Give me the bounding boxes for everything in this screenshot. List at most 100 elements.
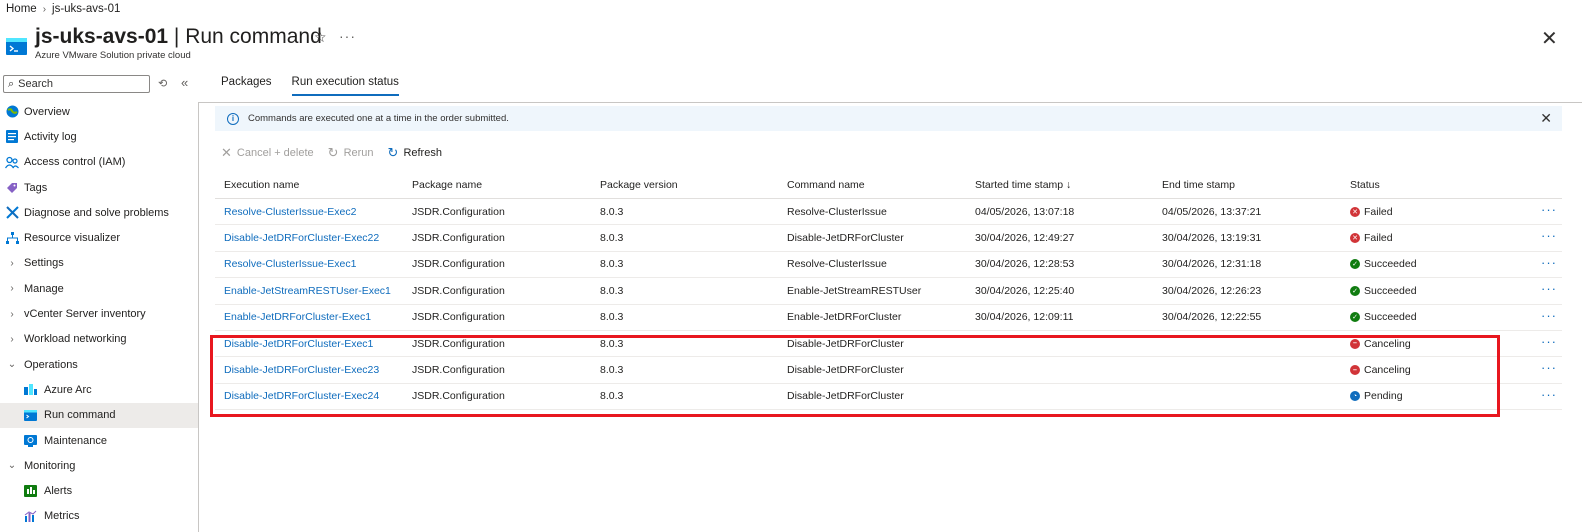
alerts-icon <box>23 484 37 498</box>
succeeded-icon: ✓ <box>1350 259 1360 270</box>
sidebar-group-monitoring[interactable]: ⌄ Monitoring <box>0 453 198 478</box>
status-text: Succeeded <box>1364 284 1417 297</box>
search-input[interactable]: ⌕ Search <box>3 75 150 93</box>
sidebar-item-overview[interactable]: Overview <box>0 99 198 124</box>
run-command-resource-icon <box>6 38 27 55</box>
sidebar-group-manage[interactable]: › Manage <box>0 276 198 301</box>
sidebar-item-activity-log[interactable]: Activity log <box>0 124 198 149</box>
sidebar-item-label: Tags <box>24 181 48 194</box>
table-row: Enable-JetDRForCluster-Exec1 JSDR.Config… <box>215 305 1562 331</box>
row-more-options-icon[interactable]: ··· <box>1541 360 1557 375</box>
table-row: Resolve-ClusterIssue-Exec1 JSDR.Configur… <box>215 252 1562 279</box>
execution-name-link[interactable]: Disable-JetDRForCluster-Exec22 <box>224 232 379 244</box>
sidebar-item-label: Diagnose and solve problems <box>24 206 169 219</box>
command-name-cell: Disable-JetDRForCluster <box>787 232 904 245</box>
execution-name-link[interactable]: Resolve-ClusterIssue-Exec2 <box>224 206 356 218</box>
rerun-button[interactable]: ↻ Rerun <box>328 145 374 161</box>
chevron-right-icon: › <box>42 3 47 15</box>
people-icon <box>5 155 19 169</box>
tab-packages[interactable]: Packages <box>221 76 272 96</box>
sidebar-item-tags[interactable]: Tags <box>0 175 198 200</box>
row-more-options-icon[interactable]: ··· <box>1541 228 1557 243</box>
column-header-execution-name[interactable]: Execution name <box>224 179 299 191</box>
column-header-end-time[interactable]: End time stamp <box>1162 179 1235 191</box>
status-badge: ✓ Succeeded <box>1350 311 1417 323</box>
sidebar-item-resource-visualizer[interactable]: Resource visualizer <box>0 225 198 250</box>
execution-name-link[interactable]: Enable-JetDRForCluster-Exec1 <box>224 311 371 323</box>
row-more-options-icon[interactable]: ··· <box>1541 387 1557 402</box>
close-icon[interactable]: ✕ <box>1540 110 1552 127</box>
sidebar-item-label: Activity log <box>24 130 77 143</box>
execution-name-link[interactable]: Enable-JetStreamRESTUser-Exec1 <box>224 285 391 297</box>
sidebar-item-access-control[interactable]: Access control (IAM) <box>0 150 198 175</box>
status-badge: ✓ Succeeded <box>1350 258 1417 270</box>
status-text: Succeeded <box>1364 258 1417 271</box>
column-header-started-time[interactable]: Started time stamp ↓ <box>975 179 1071 191</box>
status-text: Succeeded <box>1364 311 1417 324</box>
row-more-options-icon[interactable]: ··· <box>1541 308 1557 323</box>
tag-icon <box>5 181 19 195</box>
sidebar-item-label: Operations <box>24 358 78 371</box>
table-row: Enable-JetStreamRESTUser-Exec1 JSDR.Conf… <box>215 278 1562 305</box>
sidebar-item-label: Resource visualizer <box>24 232 120 245</box>
more-options-icon[interactable]: ··· <box>339 28 356 44</box>
column-header-package-name[interactable]: Package name <box>412 179 482 191</box>
sidebar-group-workload-networking[interactable]: › Workload networking <box>0 327 198 352</box>
chevron-right-icon: › <box>10 333 14 345</box>
chevron-down-icon: ⌄ <box>7 460 17 472</box>
rerun-icon: ↻ <box>327 145 339 160</box>
package-name-cell: JSDR.Configuration <box>412 205 505 218</box>
search-icon: ⌕ <box>8 77 15 90</box>
collapse-sidebar-icon[interactable]: « <box>181 75 188 90</box>
row-more-options-icon[interactable]: ··· <box>1541 334 1557 349</box>
sidebar-item-label: Run command <box>44 409 116 422</box>
refresh-button[interactable]: ↻ Refresh <box>388 145 442 161</box>
execution-name-link[interactable]: Resolve-ClusterIssue-Exec1 <box>224 258 356 270</box>
arc-icon <box>23 383 37 397</box>
package-name-cell: JSDR.Configuration <box>412 258 505 271</box>
tab-run-execution-status[interactable]: Run execution status <box>291 76 399 96</box>
sidebar-group-operations[interactable]: ⌄ Operations <box>0 352 198 377</box>
succeeded-icon: ✓ <box>1350 285 1360 296</box>
column-header-status[interactable]: Status <box>1350 179 1380 191</box>
status-badge: ✕ Failed <box>1350 232 1393 244</box>
row-more-options-icon[interactable]: ··· <box>1541 202 1557 217</box>
info-message: Commands are executed one at a time in t… <box>248 113 509 124</box>
chevron-right-icon: › <box>10 257 14 269</box>
network-icon <box>5 231 19 245</box>
column-header-command-name[interactable]: Command name <box>787 179 865 191</box>
row-more-options-icon[interactable]: ··· <box>1541 255 1557 270</box>
close-icon[interactable]: ✕ <box>1541 26 1558 51</box>
sidebar-item-metrics[interactable]: Metrics <box>0 504 198 529</box>
rerun-label: Rerun <box>343 147 374 159</box>
status-badge: ✓ Succeeded <box>1350 285 1417 297</box>
column-header-package-version[interactable]: Package version <box>600 179 678 191</box>
sidebar: Overview Activity log Access control (IA… <box>0 99 198 529</box>
sidebar-item-label: Azure Arc <box>44 383 92 396</box>
page-title: js-uks-avs-01 | Run command <box>35 25 322 49</box>
highlight-box <box>210 335 1500 417</box>
sidebar-item-run-command[interactable]: Run command <box>0 402 198 428</box>
row-more-options-icon[interactable]: ··· <box>1541 281 1557 296</box>
sidebar-item-alerts[interactable]: Alerts <box>0 478 198 503</box>
log-icon <box>5 130 19 144</box>
breadcrumb-current[interactable]: js-uks-avs-01 <box>52 3 120 15</box>
info-icon: i <box>227 112 239 125</box>
sidebar-item-diagnose[interactable]: Diagnose and solve problems <box>0 200 198 225</box>
sidebar-divider <box>198 102 199 532</box>
cancel-delete-button[interactable]: ✕ Cancel + delete <box>221 145 314 161</box>
sidebar-item-maintenance[interactable]: Maintenance <box>0 428 198 453</box>
favorite-star-icon[interactable]: ☆ <box>314 29 327 46</box>
tabs-divider <box>199 102 1582 103</box>
end-time-cell: 30/04/2026, 12:22:55 <box>1162 311 1262 324</box>
sidebar-item-azure-arc[interactable]: Azure Arc <box>0 377 198 402</box>
sidebar-item-label: Overview <box>24 105 70 118</box>
wrench-icon <box>5 206 19 220</box>
package-version-cell: 8.0.3 <box>600 205 624 218</box>
sidebar-group-vcenter[interactable]: › vCenter Server inventory <box>0 301 198 326</box>
sidebar-group-settings[interactable]: › Settings <box>0 251 198 276</box>
breadcrumb-home[interactable]: Home <box>6 3 37 15</box>
sidebar-refresh-icon[interactable]: ⟲ <box>158 77 167 90</box>
sidebar-item-label: Manage <box>24 282 64 295</box>
started-time-cell: 30/04/2026, 12:09:11 <box>975 311 1074 324</box>
